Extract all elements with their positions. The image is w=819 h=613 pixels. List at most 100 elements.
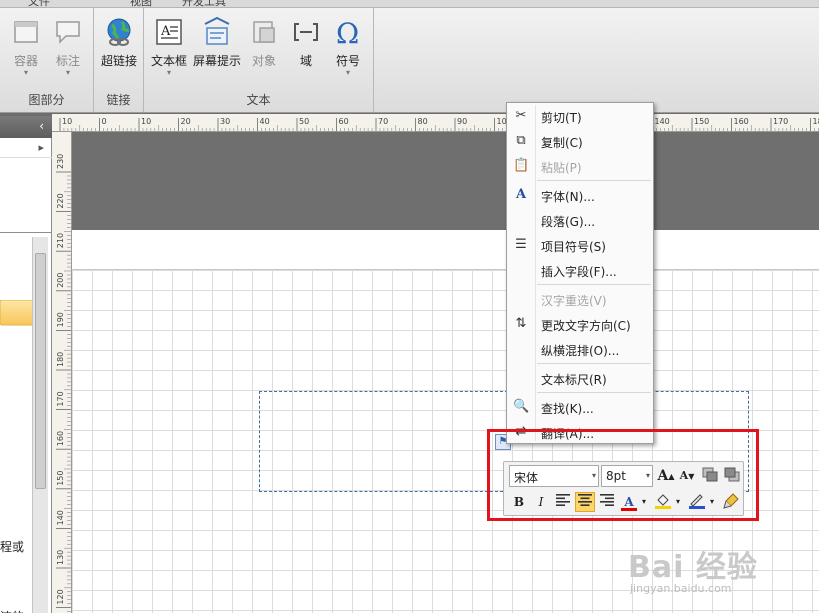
format-painter-icon <box>723 493 739 509</box>
ruler-tick-label: 130 <box>56 550 65 565</box>
textbox-button[interactable]: A 文本框 ▾ <box>148 16 190 77</box>
paste-icon: 📋 <box>513 158 530 173</box>
collapse-pane-icon[interactable]: ‹ <box>39 119 44 133</box>
ruler-tick-label: 180 <box>813 117 819 126</box>
ruler-tick-label: 180 <box>56 352 65 367</box>
horizontal-ruler-ticks: 1001020304050607080901001101201301401501… <box>59 117 819 131</box>
drawing-canvas[interactable] <box>72 132 819 613</box>
bring-forward-button[interactable] <box>700 466 720 486</box>
menu-item-view[interactable]: 视图 <box>130 0 152 7</box>
field-button[interactable]: 域 <box>286 16 326 69</box>
menu-item-cut[interactable]: ✂ 剪切(T) <box>507 105 653 127</box>
svg-text:A: A <box>160 24 171 39</box>
align-left-button[interactable] <box>553 492 573 512</box>
bold-button[interactable]: B <box>509 492 529 512</box>
line-color-dropdown[interactable]: ▾ <box>707 492 717 512</box>
align-center-button[interactable] <box>575 492 595 512</box>
menu-item-reconversion[interactable]: 汉字重选(V) <box>507 288 653 310</box>
menu-separator <box>537 392 651 393</box>
hyperlink-button[interactable]: 超链接 <box>98 16 140 69</box>
menu-item-find[interactable]: 🔍 查找(K)... <box>507 396 653 418</box>
horizontal-ruler: 1001020304050607080901001101201301401501… <box>52 114 819 132</box>
menu-item-font[interactable]: A 字体(N)... <box>507 184 653 206</box>
grow-font-button[interactable]: A▲ <box>656 466 676 486</box>
ruler-tick-label: 140 <box>655 117 670 126</box>
font-color-swatch <box>621 508 637 511</box>
ribbon: 文件 视图 开发工具 容器 ▾ 标注 ▾ 图部分 超链接 链接 A 文本框 ▾ … <box>0 0 819 113</box>
ruler-tick-label: 230 <box>56 154 65 169</box>
group-label-links: 链接 <box>106 93 131 107</box>
font-size-select[interactable]: 8pt ▾ <box>601 465 653 487</box>
callout-button[interactable]: 标注 ▾ <box>48 16 88 77</box>
ruler-tick-label: 80 <box>418 117 428 126</box>
menu-separator <box>537 180 651 181</box>
ribbon-group-diagram-parts: 容器 ▾ 标注 ▾ 图部分 <box>0 8 94 112</box>
align-right-button[interactable] <box>597 492 617 512</box>
menu-item-file[interactable]: 文件 <box>28 0 50 7</box>
menu-item-copy[interactable]: ⧉ 复制(C) <box>507 130 653 152</box>
screentip-button[interactable]: 屏幕提示 <box>192 16 242 69</box>
globe-link-icon <box>107 18 131 46</box>
container-icon <box>14 21 38 43</box>
menu-item-mixed-layout[interactable]: 纵横混排(O)... <box>507 338 653 360</box>
pane-divider <box>0 232 52 233</box>
chevron-down-icon: ▾ <box>641 497 646 506</box>
stencil-description-text: 程或 <box>0 540 25 554</box>
format-painter-button[interactable] <box>721 492 741 512</box>
screentip-icon <box>204 16 230 45</box>
grow-font-icon: A <box>657 468 669 484</box>
mini-toolbar: 宋体 ▾ 8pt ▾ A▲ A▼ B I A ▾ ▾ ▾ <box>503 461 744 516</box>
symbol-button[interactable]: Ω 符号 ▾ <box>328 16 368 77</box>
menu-item-text-ruler[interactable]: 文本标尺(R) <box>507 367 653 389</box>
send-backward-button[interactable] <box>722 466 742 486</box>
ruler-tick-label: 160 <box>56 431 65 446</box>
line-color-button[interactable] <box>687 492 707 512</box>
shapes-pane-more-row[interactable]: ▸ <box>0 140 52 158</box>
bullets-icon: ☰ <box>515 237 527 252</box>
shrink-font-icon: A <box>679 469 689 482</box>
ruler-tick-label: 20 <box>181 117 191 126</box>
ribbon-group-links: 超链接 链接 <box>94 8 144 112</box>
ruler-tick-label: 90 <box>457 117 467 126</box>
text-direction-icon: ⇅ <box>515 316 527 331</box>
svg-text:Ω: Ω <box>336 17 359 48</box>
ruler-tick-label: 190 <box>56 312 65 327</box>
font-color-dropdown[interactable]: ▾ <box>639 492 649 512</box>
menu-bar: 文件 视图 开发工具 <box>0 0 819 8</box>
menu-item-text-direction[interactable]: ⇅ 更改文字方向(C) <box>507 313 653 335</box>
italic-icon: I <box>538 495 544 509</box>
font-name-select[interactable]: 宋体 ▾ <box>509 465 599 487</box>
ruler-tick-label: 170 <box>773 117 788 126</box>
chevron-down-icon: ▾ <box>65 68 70 77</box>
font-color-button[interactable]: A <box>619 492 639 512</box>
align-left-icon <box>556 494 570 506</box>
chevron-down-icon: ▾ <box>645 471 650 480</box>
bring-forward-icon <box>702 467 718 482</box>
shrink-font-button[interactable]: A▼ <box>677 466 697 486</box>
chevron-down-icon: ▾ <box>675 497 680 506</box>
object-button[interactable]: 对象 <box>244 16 284 69</box>
ruler-tick-label: 40 <box>260 117 270 126</box>
fill-color-button[interactable] <box>653 492 673 512</box>
ruler-tick-label: 150 <box>56 471 65 486</box>
ruler-tick-label: 150 <box>694 117 709 126</box>
italic-button[interactable]: I <box>531 492 551 512</box>
menu-item-paste[interactable]: 📋 粘贴(P) <box>507 155 653 177</box>
menu-item-bullets[interactable]: ☰ 项目符号(S) <box>507 234 653 256</box>
container-button[interactable]: 容器 ▾ <box>6 16 46 77</box>
scrollbar-thumb[interactable] <box>35 253 46 489</box>
pen-line-icon <box>689 494 705 509</box>
vertical-ruler: 230 220 210 200 190 180 170 160 150 140 130 120 <box>52 132 72 613</box>
chevron-right-icon: ▸ <box>38 141 44 154</box>
baidu-jingyan-logo: Bai 经验 <box>628 550 758 585</box>
menu-item-developer[interactable]: 开发工具 <box>182 0 226 7</box>
menu-item-insert-field[interactable]: 插入字段(F)... <box>507 259 653 281</box>
vertical-ruler-ticks: 230 220 210 200 190 180 170 160 150 140 130 120 <box>56 154 71 612</box>
ruler-tick-label: 70 <box>378 117 388 126</box>
ruler-tick-label: 0 <box>102 117 107 126</box>
fill-color-dropdown[interactable]: ▾ <box>673 492 683 512</box>
group-label-text: 文本 <box>246 93 271 107</box>
shapes-pane-scrollbar[interactable] <box>32 237 48 613</box>
menu-item-paragraph[interactable]: 段落(G)... <box>507 209 653 231</box>
callout-icon <box>56 21 80 44</box>
